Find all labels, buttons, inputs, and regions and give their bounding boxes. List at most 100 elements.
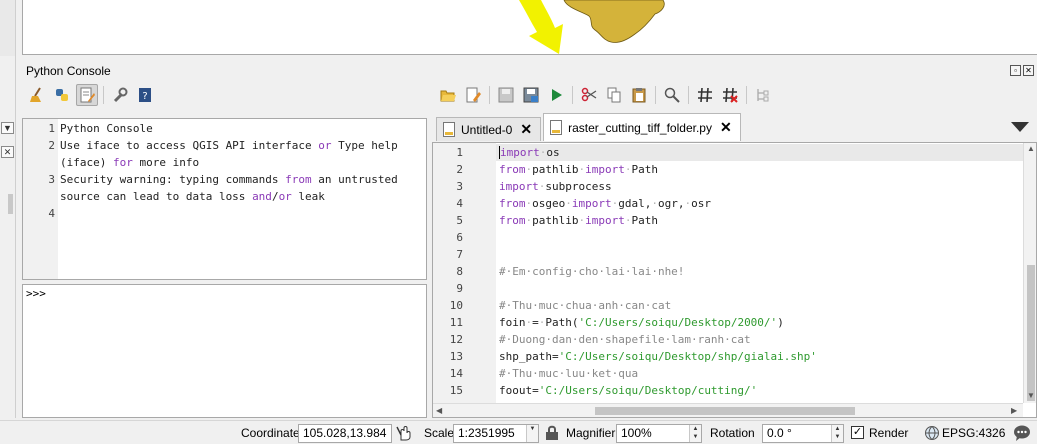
- code-token: Type help: [331, 139, 398, 152]
- close-tab-icon[interactable]: ✕: [720, 119, 732, 136]
- save-icon[interactable]: [495, 84, 517, 106]
- editor-line-text: from·pathlib·import·Path: [499, 161, 658, 178]
- editor-line-text: from·osgeo·import·gdal,·ogr,·osr: [499, 195, 711, 212]
- editor-tab[interactable]: Untitled-0 ✕: [436, 117, 542, 141]
- code-token: import: [585, 214, 625, 227]
- copy-icon[interactable]: [603, 84, 625, 106]
- horizontal-scroll-thumb[interactable]: [595, 407, 855, 415]
- play-icon[interactable]: [545, 84, 567, 106]
- editor-icon[interactable]: [76, 84, 98, 106]
- editor-line-text: #·Em·config·cho·lai·lai·nhe!: [499, 263, 684, 280]
- code-token: osgeo: [532, 197, 566, 210]
- coordinate-label: Coordinate: [241, 426, 300, 440]
- svg-text:?: ?: [142, 91, 147, 102]
- uncomment-icon[interactable]: [719, 84, 741, 106]
- code-token: ·: [565, 197, 572, 210]
- cut-icon[interactable]: [578, 84, 600, 106]
- speech-bubble-icon[interactable]: [1013, 424, 1031, 444]
- console-output[interactable]: 1 Python Console 2 Use iface to access QGIS…: [22, 118, 427, 280]
- editor-line-number: 8: [456, 265, 463, 278]
- close-tab-icon[interactable]: ✕: [520, 121, 532, 138]
- editor-line-text: foin·=·Path('C:/Users/soiqu/Desktop/2000…: [499, 314, 784, 331]
- console-input[interactable]: >>>: [22, 284, 427, 418]
- chevron-down-icon[interactable]: ▼: [526, 425, 538, 442]
- python-run-icon[interactable]: [51, 84, 73, 106]
- scroll-down-icon[interactable]: ▼: [1027, 391, 1035, 400]
- console-line-text: source can lead to data loss and/or leak: [60, 188, 325, 205]
- magnifier-icon[interactable]: [661, 84, 683, 106]
- code-token: from: [499, 214, 526, 227]
- editor-horizontal-scrollbar[interactable]: ◀ ▶: [433, 403, 1023, 417]
- wrench-icon[interactable]: [109, 84, 131, 106]
- toolbar-separator: [655, 86, 656, 104]
- float-dock-icon[interactable]: ▫: [1010, 65, 1021, 76]
- hand-pointer-icon[interactable]: [396, 425, 412, 444]
- console-line-text: Python Console: [60, 120, 153, 137]
- map-canvas[interactable]: [22, 0, 1037, 55]
- lock-icon[interactable]: [545, 425, 559, 444]
- editor-vertical-scrollbar[interactable]: ▲ ▼: [1023, 143, 1036, 403]
- editor-line-number: 9: [456, 282, 463, 295]
- editor-line-text: #·Thu·muc·luu·ket·qua: [499, 365, 638, 382]
- help-book-icon[interactable]: ?: [134, 84, 156, 106]
- globe-icon[interactable]: [924, 425, 940, 444]
- scale-label: Scale: [424, 426, 455, 440]
- scroll-up-icon[interactable]: ▲: [1027, 144, 1035, 153]
- folder-open-icon[interactable]: [437, 84, 459, 106]
- editor-line-text: #·Thu·muc·chua·anh·can·cat: [499, 297, 671, 314]
- scroll-left-icon[interactable]: ◀: [436, 406, 442, 415]
- code-token: or: [318, 139, 332, 152]
- code-token: #·Thu·muc·chua·anh·can·cat: [499, 299, 672, 312]
- render-checkbox[interactable]: ✓: [851, 426, 864, 439]
- collapse-arrow-icon[interactable]: ▼: [1, 122, 14, 134]
- code-token: 'C:/Users/soiqu/Desktop/cutting/': [538, 384, 758, 397]
- editor-line-text: #·Duong·dan·den·shapefile·lam·ranh·cat: [499, 331, 751, 348]
- editor-line-number: 3: [456, 180, 463, 193]
- code-token: 'C:/Users/soiqu/Desktop/2000/': [578, 316, 778, 329]
- toolbar-separator: [103, 86, 104, 104]
- console-line-number: 1: [48, 122, 55, 135]
- close-icon[interactable]: ✕: [1, 146, 14, 158]
- editor-line-number: 1: [456, 146, 463, 159]
- spin-arrows-icon[interactable]: ▲ ▼: [831, 425, 843, 442]
- broom-icon[interactable]: [26, 84, 48, 106]
- editor-toolbar: [437, 84, 777, 106]
- editor-tab[interactable]: raster_cutting_tiff_folder.py ✕: [543, 113, 741, 141]
- editor-line-number: 14: [449, 367, 463, 380]
- toolbar-separator: [489, 86, 490, 104]
- down-triangle-icon[interactable]: [1011, 122, 1029, 132]
- magnifier-label: Magnifier: [566, 426, 616, 440]
- code-token: more info: [132, 156, 200, 169]
- tree-icon[interactable]: [752, 84, 774, 106]
- magnifier-field[interactable]: 100% ▲ ▼: [616, 424, 702, 443]
- strip-scroll-thumb[interactable]: [8, 194, 13, 214]
- editor-line-text: foout='C:/Users/soiqu/Desktop/cutting/': [499, 382, 757, 399]
- editor-line-number: 11: [449, 316, 463, 329]
- code-token: foout=: [499, 384, 539, 397]
- code-token: =: [532, 316, 539, 329]
- rotation-field[interactable]: 0.0 ° ▲ ▼: [762, 424, 844, 443]
- crs-label[interactable]: EPSG:4326: [942, 424, 1005, 442]
- edit-external-icon[interactable]: [462, 84, 484, 106]
- code-token: Path: [631, 214, 658, 227]
- code-token: import: [571, 197, 612, 210]
- scale-field[interactable]: 1:2351995 ▼: [453, 424, 539, 443]
- close-dock-icon[interactable]: ✕: [1023, 65, 1034, 76]
- vertical-scroll-thumb[interactable]: [1027, 265, 1035, 401]
- console-line-number: 3: [48, 173, 55, 186]
- save-as-icon[interactable]: [520, 84, 542, 106]
- editor-tabbar: Untitled-0 ✕ raster_cutting_tiff_folder.py…: [436, 113, 743, 141]
- coordinate-field[interactable]: 105.028,13.984: [298, 424, 392, 443]
- toolbar-separator: [572, 86, 573, 104]
- hash-icon[interactable]: [694, 84, 716, 106]
- code-editor[interactable]: 1 import·os 2 from·pathlib·import·Path 3 impo…: [432, 142, 1037, 418]
- code-token: #·Thu·muc·luu·ket·qua: [499, 367, 639, 380]
- scroll-right-icon[interactable]: ▶: [1011, 406, 1017, 415]
- paste-icon[interactable]: [628, 84, 650, 106]
- spin-arrows-icon[interactable]: ▲ ▼: [689, 425, 701, 442]
- code-token: an untrusted: [311, 173, 398, 186]
- code-token: gdal,: [618, 197, 652, 210]
- left-panel-top: [0, 0, 16, 56]
- code-token: ·: [651, 197, 658, 210]
- code-token: or: [278, 190, 292, 203]
